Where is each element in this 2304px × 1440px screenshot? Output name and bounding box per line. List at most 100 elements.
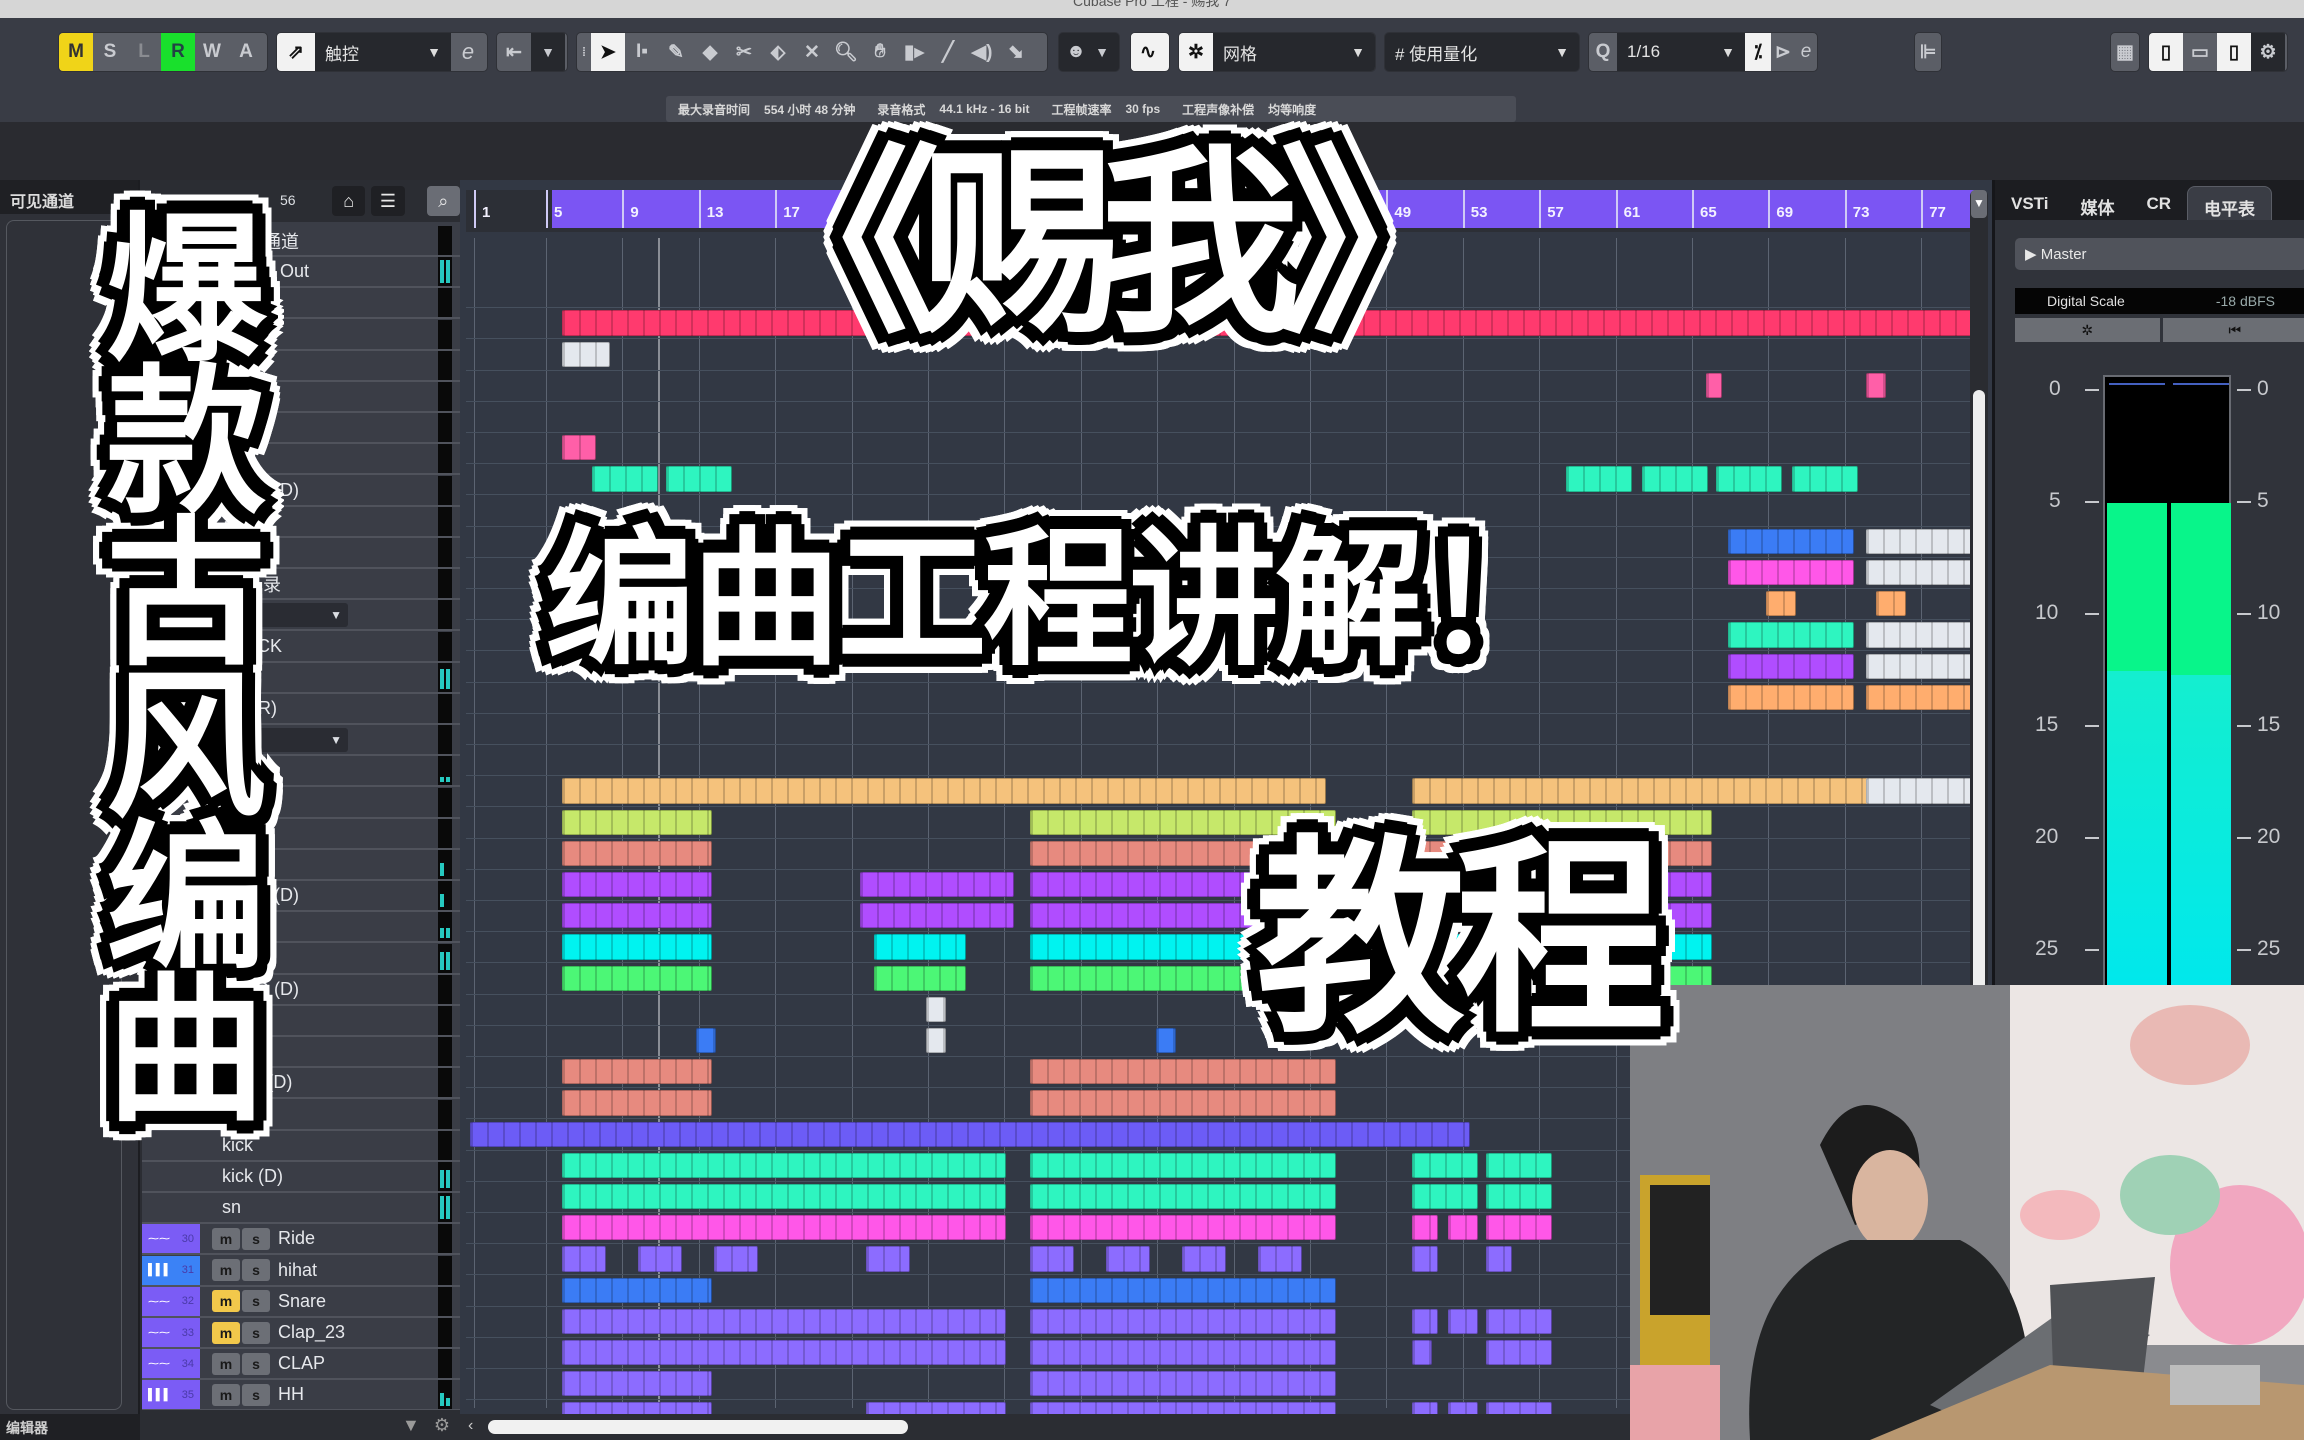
mute-button[interactable]: m	[212, 1383, 240, 1406]
quantize-apply-icon[interactable]: ⊳	[1771, 33, 1795, 71]
left-zone-toggle[interactable]: ▯	[2149, 33, 2183, 71]
event-clip[interactable]	[562, 872, 712, 898]
comp-tool[interactable]: ▮▸	[897, 33, 931, 71]
event-clip[interactable]	[1642, 466, 1708, 492]
event-clip[interactable]	[1030, 1152, 1336, 1178]
event-clip[interactable]	[1728, 684, 1854, 710]
event-clip[interactable]	[1876, 591, 1906, 617]
pencil-tool[interactable]: ✎	[659, 33, 693, 71]
event-clip[interactable]	[562, 1340, 1006, 1366]
event-clip[interactable]	[874, 934, 966, 960]
track-row[interactable]: sn	[142, 1193, 460, 1225]
snap-toggle[interactable]: ∿	[1130, 32, 1170, 72]
event-clip[interactable]	[860, 903, 1014, 929]
event-clip[interactable]	[562, 778, 1326, 804]
auto-scroll-icon[interactable]: ☻	[1059, 33, 1093, 71]
event-clip[interactable]	[1866, 528, 1976, 554]
event-clip[interactable]	[1030, 1215, 1336, 1241]
track-lane[interactable]	[466, 371, 1976, 402]
line-tool[interactable]: ╱	[931, 33, 965, 71]
event-clip[interactable]	[562, 435, 596, 461]
split-scissors-tool[interactable]: ✂	[727, 33, 761, 71]
track-row[interactable]: kick (D)	[142, 1162, 460, 1193]
gear-icon[interactable]: ⚙	[434, 1415, 450, 1436]
event-clip[interactable]	[1866, 622, 1976, 648]
editor-tab[interactable]: 编辑器	[0, 1414, 140, 1440]
event-clip[interactable]	[562, 1371, 712, 1397]
zoom-tool[interactable]: 🔍︎	[829, 33, 863, 71]
track-row[interactable]: ⁓⁓ 32 m s Snare	[142, 1286, 460, 1318]
event-clip[interactable]	[666, 466, 732, 492]
quantize-mode-select[interactable]: # 使用量化 ▼	[1385, 33, 1579, 71]
event-clip[interactable]	[1706, 372, 1722, 398]
event-clip[interactable]	[1716, 466, 1782, 492]
event-clip[interactable]	[1156, 1028, 1176, 1054]
tab-vsti[interactable]: VSTi	[1995, 186, 2064, 220]
snap-type-select[interactable]: 网格 ▼	[1213, 33, 1375, 71]
event-clip[interactable]	[1030, 1277, 1336, 1303]
hand-tool[interactable]: ✋︎	[863, 33, 897, 71]
event-clip[interactable]	[562, 1059, 712, 1085]
track-row[interactable]: ▌▌▌ 35 m s HH	[142, 1380, 460, 1412]
event-clip[interactable]	[1486, 1184, 1552, 1210]
event-clip[interactable]	[562, 1215, 1006, 1241]
event-clip[interactable]	[1486, 1308, 1552, 1334]
search-icon[interactable]: ⌕	[426, 186, 460, 216]
event-clip[interactable]	[470, 1121, 1470, 1147]
event-clip[interactable]	[1030, 1371, 1336, 1397]
gear-icon[interactable]: ✲	[2015, 318, 2160, 342]
lower-zone-toggle[interactable]: ▭	[2183, 33, 2217, 71]
track-lane[interactable]	[466, 714, 1976, 745]
event-clip[interactable]	[562, 934, 712, 960]
event-clip[interactable]	[1486, 1246, 1512, 1272]
write-automation-button[interactable]: W	[195, 33, 229, 71]
event-clip[interactable]	[1030, 1340, 1336, 1366]
event-clip[interactable]	[562, 1246, 606, 1272]
solo-button[interactable]: s	[242, 1259, 270, 1282]
track-row[interactable]: ⁓⁓ 30 m s Ride	[142, 1224, 460, 1256]
solo-button[interactable]: s	[242, 1383, 270, 1406]
event-clip[interactable]	[562, 809, 712, 835]
event-clip[interactable]	[638, 1246, 682, 1272]
object-select-tool[interactable]: ➤	[591, 33, 625, 71]
color-tool[interactable]: ⬊	[999, 33, 1033, 71]
event-clip[interactable]	[1728, 560, 1854, 586]
range-select-tool[interactable]: I▪	[625, 33, 659, 71]
edit-e-button[interactable]: e	[451, 33, 485, 71]
track-lane[interactable]	[466, 433, 1976, 465]
event-clip[interactable]	[1486, 1152, 1552, 1178]
event-clip[interactable]	[1106, 1246, 1150, 1272]
a-button[interactable]: A	[229, 33, 263, 71]
setup-window-layout-icon[interactable]: ⚙	[2251, 33, 2285, 71]
event-clip[interactable]	[1486, 1215, 1552, 1241]
event-clip[interactable]	[1030, 1090, 1336, 1116]
read-automation-button[interactable]: R	[161, 33, 195, 71]
mute-button[interactable]: m	[212, 1352, 240, 1375]
scroll-menu-icon[interactable]: ▼	[1971, 190, 1987, 218]
event-clip[interactable]	[1030, 1059, 1336, 1085]
chevron-down-icon[interactable]: ▼	[1093, 33, 1111, 71]
event-clip[interactable]	[562, 341, 610, 367]
chevron-down-icon[interactable]: ▼	[402, 1415, 420, 1436]
event-clip[interactable]	[1030, 1184, 1336, 1210]
horizontal-scroll-thumb[interactable]	[488, 1420, 908, 1434]
event-clip[interactable]	[1728, 653, 1854, 679]
constrain-delay-icon[interactable]: ⇤	[497, 33, 531, 71]
reset-peak-icon[interactable]: ⏮	[2162, 318, 2304, 342]
event-clip[interactable]	[562, 903, 712, 929]
iterative-quantize-icon[interactable]: ⁒	[1745, 33, 1771, 71]
event-clip[interactable]	[926, 1028, 946, 1054]
event-clip[interactable]	[1866, 560, 1976, 586]
event-clip[interactable]	[1182, 1246, 1226, 1272]
event-clip[interactable]	[1766, 591, 1796, 617]
scroll-left-icon[interactable]: ‹	[468, 1417, 473, 1435]
event-clip[interactable]	[714, 1246, 758, 1272]
event-clip[interactable]	[562, 1308, 1006, 1334]
event-clip[interactable]	[1728, 622, 1854, 648]
event-clip[interactable]	[562, 965, 712, 991]
listen-button[interactable]: L	[127, 33, 161, 71]
track-row[interactable]: kick	[142, 1130, 460, 1162]
mute-button[interactable]: m	[212, 1227, 240, 1250]
event-clip[interactable]	[562, 1277, 712, 1303]
solo-button[interactable]: s	[242, 1290, 270, 1313]
